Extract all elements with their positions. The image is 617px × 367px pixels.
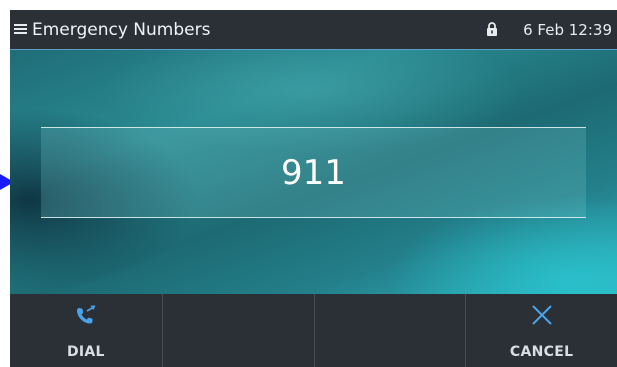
wallpaper-background: 911 (10, 50, 617, 294)
empty-softkey-3[interactable] (313, 294, 466, 367)
empty-softkey-2[interactable] (161, 294, 314, 367)
emergency-number-field[interactable]: 911 (41, 127, 586, 218)
emergency-number: 911 (281, 153, 346, 193)
cancel-label: CANCEL (509, 344, 574, 360)
date-time: 6 Feb 12:39 (523, 21, 612, 39)
phone-display: Emergency Numbers 6 Feb 12:39 911 DIAL C… (10, 10, 617, 367)
close-icon (531, 305, 552, 325)
page-title: Emergency Numbers (32, 20, 211, 40)
hamburger-menu-icon[interactable] (14, 24, 27, 35)
screen: Emergency Numbers 6 Feb 12:39 911 DIAL C… (0, 0, 617, 367)
dial-button[interactable]: DIAL (10, 294, 162, 367)
status-bar: Emergency Numbers 6 Feb 12:39 (10, 10, 617, 50)
softkey-bar: DIAL CANCEL (10, 294, 617, 367)
lock-icon (487, 22, 497, 36)
cancel-button[interactable]: CANCEL (465, 294, 617, 367)
dial-phone-icon (76, 305, 96, 324)
dial-label: DIAL (66, 344, 105, 360)
